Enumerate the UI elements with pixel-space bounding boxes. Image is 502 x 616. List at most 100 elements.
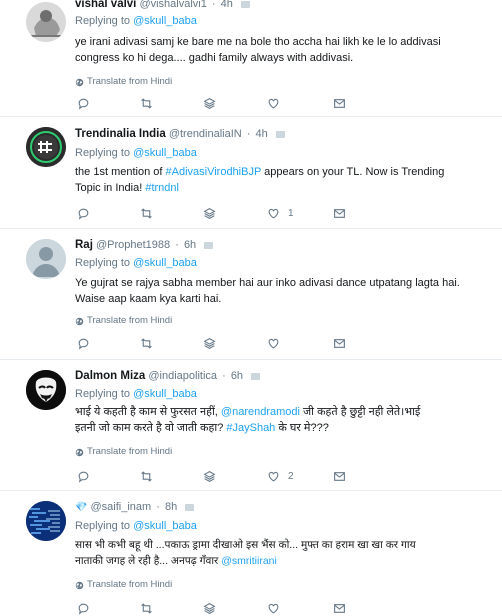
avatar[interactable] [26,239,66,279]
retweet-icon [140,470,153,483]
stack-icon [203,97,216,110]
mail-icon [333,470,346,483]
timestamp[interactable]: 4h [256,128,268,140]
replying-to-link[interactable]: @skull_baba [133,257,197,269]
mail-icon [333,337,346,350]
author-name[interactable]: vishal valvi [75,0,136,10]
tweet-text: Ye gujrat se rajya sabha member hai aur … [75,277,460,305]
tweet-header: Dalmon Miza @indiapolitica · 6h [75,369,261,383]
mail-icon [333,97,346,110]
avatar[interactable] [26,127,66,167]
tweet-actions [77,336,377,350]
dropdown-icon[interactable] [275,130,285,138]
stack-button[interactable] [203,469,216,483]
translate-link[interactable]: Translate from Hindi [75,446,172,458]
translate-link[interactable]: Translate from Hindi [75,315,172,327]
reply-button[interactable] [77,336,90,350]
like-button[interactable]: 2 [267,469,294,483]
tweet-4[interactable]: 💎 @saifi_inam · 8h Replying to @skull_ba… [0,491,502,616]
author-handle[interactable]: @indiapolitica [148,370,217,382]
author-name[interactable]: Dalmon Miza [75,370,145,382]
tweet-3[interactable]: Dalmon Miza @indiapolitica · 6h Replying… [0,360,502,491]
tweet-actions: 1 [77,206,377,220]
stack-button[interactable] [203,601,216,615]
globe-icon [75,317,84,326]
heart-icon [267,207,280,220]
message-button[interactable] [333,96,346,110]
dropdown-icon[interactable] [240,0,250,8]
timestamp[interactable]: 6h [231,370,243,382]
translate-link[interactable]: Translate from Hindi [75,579,172,591]
reply-icon [77,97,90,110]
heart-icon [267,470,280,483]
like-button[interactable] [267,336,280,350]
reply-button[interactable] [77,96,90,110]
retweet-button[interactable] [140,336,153,350]
heart-icon [267,602,280,615]
retweet-button[interactable] [140,206,153,220]
retweet-button[interactable] [140,601,153,615]
tweet-actions [77,96,377,110]
retweet-icon [140,97,153,110]
avatar[interactable] [26,2,66,42]
retweet-button[interactable] [140,96,153,110]
dropdown-icon[interactable] [185,503,195,511]
avatar[interactable] [26,501,66,541]
replying-to-link[interactable]: @skull_baba [133,520,197,532]
replying-to-link[interactable]: @skull_baba [133,388,197,400]
avatar[interactable] [26,370,66,410]
hashtag-link[interactable]: #JayShah [226,422,275,434]
like-button[interactable]: 1 [267,206,294,220]
author-handle[interactable]: @Prophet1988 [96,239,170,251]
timestamp[interactable]: 4h [221,0,233,10]
hashtag-link[interactable]: #trndnl [145,182,179,194]
globe-icon [75,581,84,590]
message-button[interactable] [333,469,346,483]
author-handle[interactable]: @saifi_inam [91,501,152,513]
stack-button[interactable] [203,206,216,220]
like-button[interactable] [267,601,280,615]
translate-link[interactable]: Translate from Hindi [75,76,172,88]
replying-to-link[interactable]: @skull_baba [133,147,197,159]
author-handle[interactable]: @trendinaliaIN [169,128,242,140]
message-button[interactable] [333,206,346,220]
stack-icon [203,337,216,350]
reply-button[interactable] [77,469,90,483]
replying-to: Replying to @skull_baba [75,388,197,400]
tweet-header: Raj @Prophet1988 · 6h [75,238,214,252]
tweet-2[interactable]: Raj @Prophet1988 · 6h Replying to @skull… [0,229,502,360]
message-button[interactable] [333,601,346,615]
globe-icon [75,78,84,87]
stack-button[interactable] [203,336,216,350]
retweet-icon [140,337,153,350]
mention-link[interactable]: @smritiirani [221,555,277,567]
tweet-actions: 2 [77,469,377,483]
tweet-0[interactable]: vishal valvi @vishalvalvi1 · 4h Replying… [0,0,502,117]
like-count: 1 [288,207,294,219]
author-name[interactable]: Raj [75,239,93,251]
tweet-text: the 1st mention of #AdivasiVirodhiBJP ap… [75,166,445,194]
reply-button[interactable] [77,206,90,220]
mention-link[interactable]: @narendramodi [221,406,300,418]
dropdown-icon[interactable] [251,372,261,380]
reply-button[interactable] [77,601,90,615]
replying-to-link[interactable]: @skull_baba [133,15,197,27]
message-button[interactable] [333,336,346,350]
name-emoji-icon: 💎 [75,502,88,513]
timestamp[interactable]: 6h [184,239,196,251]
tweet-1[interactable]: Trendinalia India @trendinaliaIN · 4h Re… [0,117,502,229]
stack-button[interactable] [203,96,216,110]
like-button[interactable] [267,96,280,110]
author-name[interactable]: Trendinalia India [75,128,166,140]
reply-icon [77,207,90,220]
reply-icon [77,470,90,483]
dropdown-icon[interactable] [204,241,214,249]
timestamp[interactable]: 8h [165,501,177,513]
hashtag-link[interactable]: #AdivasiVirodhiBJP [166,166,262,178]
replying-to: Replying to @skull_baba [75,520,197,532]
reply-icon [77,337,90,350]
like-count: 2 [288,470,294,482]
author-handle[interactable]: @vishalvalvi1 [139,0,206,10]
tweet-actions [77,601,377,615]
retweet-button[interactable] [140,469,153,483]
